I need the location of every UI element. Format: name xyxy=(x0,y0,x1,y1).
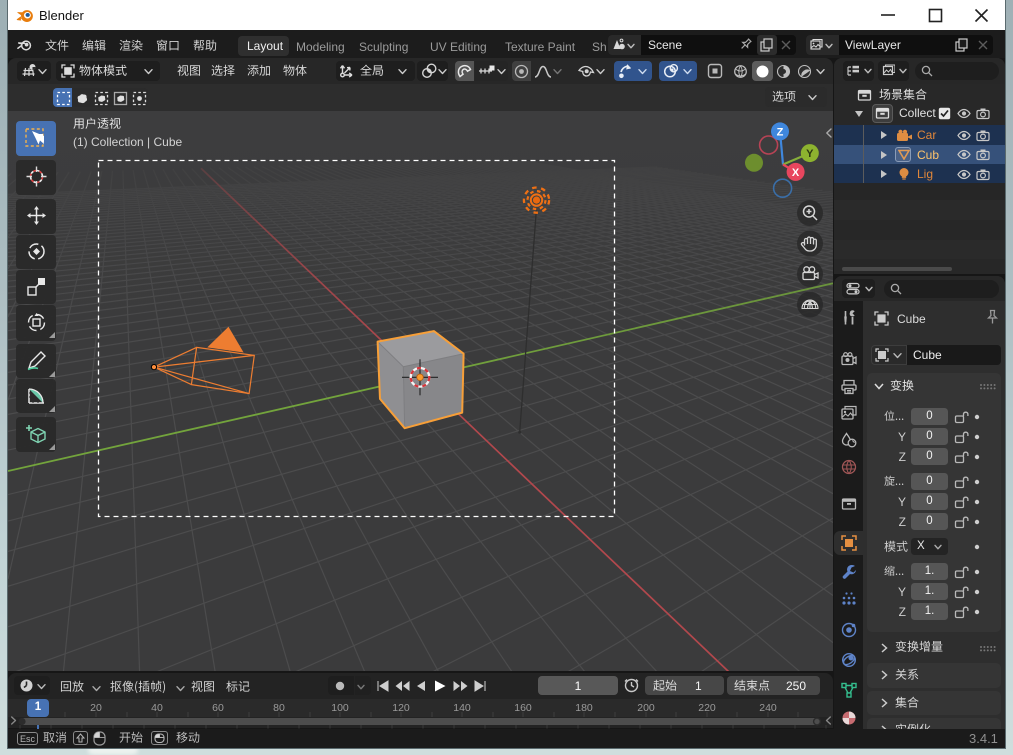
svg-text:X: X xyxy=(792,167,800,179)
svg-text:Z: Z xyxy=(777,126,784,138)
svg-text:Y: Y xyxy=(806,148,814,160)
